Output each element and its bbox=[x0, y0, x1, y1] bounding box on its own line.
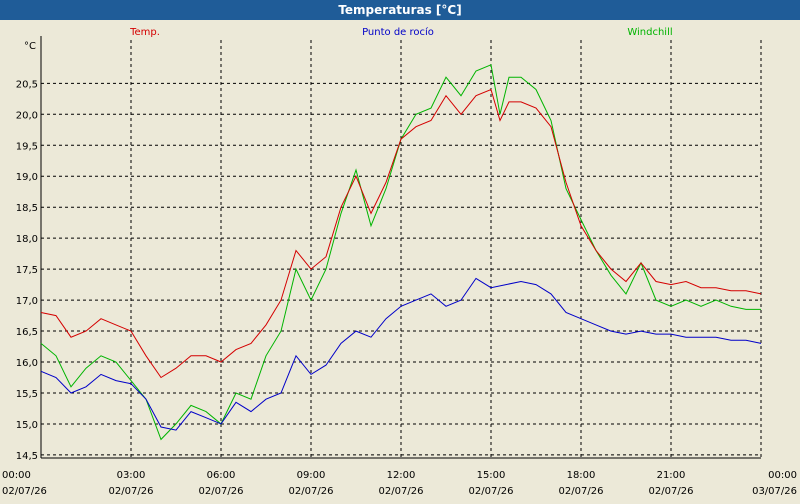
y-tick-label: 15,5 bbox=[16, 389, 38, 400]
y-tick-label: 19,0 bbox=[16, 172, 38, 183]
y-tick-label: 17,5 bbox=[16, 265, 38, 276]
x-tick-time-label: 18:00 bbox=[567, 470, 596, 481]
x-tick-time-label: 09:00 bbox=[297, 470, 326, 481]
y-tick-label: 15,0 bbox=[16, 420, 38, 431]
chart-background bbox=[0, 20, 800, 500]
x-tick-date-label: 02/07/26 bbox=[649, 486, 694, 497]
x-tick-date-label: 02/07/26 bbox=[109, 486, 154, 497]
y-tick-label: 20,5 bbox=[16, 79, 38, 90]
legend-entry: Punto de rocío bbox=[362, 26, 434, 38]
x-tick-time-label: 12:00 bbox=[387, 470, 416, 481]
y-tick-label: 16,0 bbox=[16, 358, 38, 369]
x-tick-date-label: 02/07/26 bbox=[559, 486, 604, 497]
legend-entry: Temp. bbox=[129, 27, 160, 38]
y-axis-unit-label: °C bbox=[24, 41, 36, 52]
chart-title: Temperaturas [°C] bbox=[338, 3, 462, 17]
x-tick-date-label: 02/07/26 bbox=[379, 486, 424, 497]
x-tick-date-label: 02/07/26 bbox=[2, 486, 47, 497]
temperature-chart: 14,5 15,0 15,5 16,0 16,5 17,0 17,5 18,0 18,5 19,0… bbox=[0, 20, 800, 500]
x-tick-date-label: 03/07/26 bbox=[752, 486, 797, 497]
chart-title-bar: Temperaturas [°C] bbox=[0, 0, 800, 20]
y-tick-label: 20,0 bbox=[16, 110, 38, 121]
x-tick-time-label: 21:00 bbox=[657, 470, 686, 481]
x-tick-time-label: 00:00 bbox=[2, 470, 31, 481]
x-tick-time-label: 15:00 bbox=[477, 470, 506, 481]
y-tick-label: 17,0 bbox=[16, 296, 38, 307]
legend-entry: Windchill bbox=[627, 27, 672, 38]
x-tick-time-label: 00:00 bbox=[768, 470, 797, 481]
y-tick-label: 16,5 bbox=[16, 327, 38, 338]
chart-area: 14,5 15,0 15,5 16,0 16,5 17,0 17,5 18,0 18,5 19,0… bbox=[0, 20, 800, 500]
x-tick-date-label: 02/07/26 bbox=[289, 486, 334, 497]
y-tick-label: 18,5 bbox=[16, 203, 38, 214]
y-tick-label: 14,5 bbox=[16, 451, 38, 462]
x-tick-time-label: 06:00 bbox=[207, 470, 236, 481]
x-tick-time-label: 03:00 bbox=[117, 470, 146, 481]
x-tick-date-label: 02/07/26 bbox=[469, 486, 514, 497]
y-tick-label: 19,5 bbox=[16, 141, 38, 152]
x-tick-date-label: 02/07/26 bbox=[199, 486, 244, 497]
y-tick-label: 18,0 bbox=[16, 234, 38, 245]
